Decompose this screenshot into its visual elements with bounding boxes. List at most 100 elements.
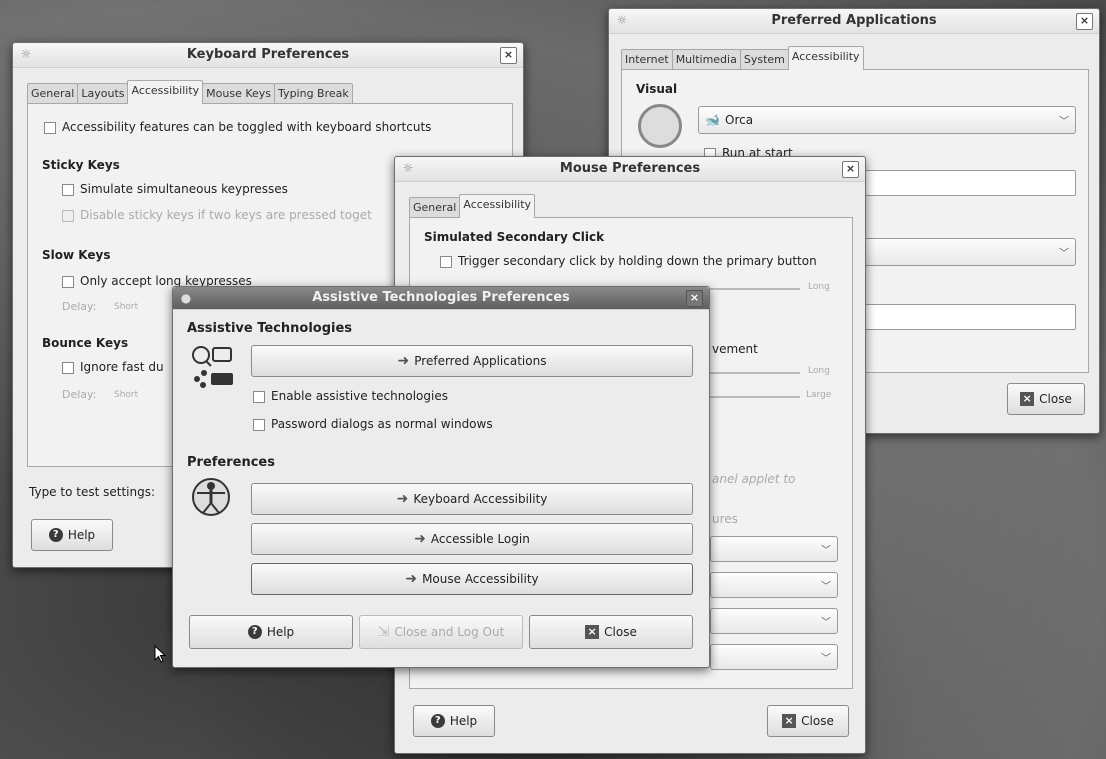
close-label: Close xyxy=(604,625,637,639)
tab-general[interactable]: General xyxy=(27,83,79,104)
password-dialogs-row[interactable]: Password dialogs as normal windows xyxy=(253,417,493,431)
features-fragment: ures xyxy=(712,512,738,526)
mobility-command-entry[interactable] xyxy=(858,304,1076,330)
close-button[interactable]: × Close xyxy=(767,705,849,737)
slow-only-checkbox[interactable] xyxy=(62,275,74,288)
help-label: Help xyxy=(67,528,96,542)
bounce-ignore-checkbox[interactable] xyxy=(62,361,74,374)
window-menu-icon[interactable]: ☼ xyxy=(19,47,33,61)
close-icon[interactable]: × xyxy=(500,47,517,64)
movement-fragment: vement xyxy=(712,342,758,356)
close-label: Close xyxy=(1039,392,1072,406)
toggle-row[interactable]: Accessibility features can be toggled wi… xyxy=(44,120,431,134)
sticky-disable-label: Disable sticky keys if two keys are pres… xyxy=(80,208,372,222)
tab-accessibility[interactable]: Accessibility xyxy=(127,80,204,104)
tab-mouse-keys[interactable]: Mouse Keys xyxy=(202,83,276,104)
gesture-combo-4[interactable]: ﹀ xyxy=(710,644,838,670)
gesture-combo-1[interactable]: ﹀ xyxy=(710,536,838,562)
assistive-technology-icon xyxy=(191,345,237,391)
mobility-app-combo[interactable]: ﹀ xyxy=(858,238,1076,266)
dwell-long-label: Long xyxy=(808,366,830,376)
tab-layouts[interactable]: Layouts xyxy=(77,83,129,104)
password-dialogs-label: Password dialogs as normal windows xyxy=(271,417,493,431)
help-button[interactable]: ? Help xyxy=(31,519,113,551)
enable-at-checkbox[interactable] xyxy=(253,390,265,403)
tab-system[interactable]: System xyxy=(739,49,789,70)
bounce-heading: Bounce Keys xyxy=(42,336,129,350)
type-to-test-label: Type to test settings: xyxy=(29,485,155,499)
tab-internet[interactable]: Internet xyxy=(621,49,673,70)
window-menu-icon[interactable]: ☼ xyxy=(401,161,415,175)
vitruvian-man-icon xyxy=(191,477,231,517)
mouse-accessibility-button[interactable]: ➜ Mouse Accessibility xyxy=(251,563,693,595)
visual-command-entry[interactable] xyxy=(858,170,1076,196)
large-label: Large xyxy=(806,390,832,400)
close-icon[interactable]: × xyxy=(686,290,703,307)
trigger-checkbox[interactable] xyxy=(440,255,452,268)
sticky-simulate-checkbox[interactable] xyxy=(62,183,74,196)
sticky-heading: Sticky Keys xyxy=(42,158,120,172)
close-button[interactable]: × Close xyxy=(1007,383,1085,415)
help-icon: ? xyxy=(430,714,445,728)
sticky-simulate-row[interactable]: Simulate simultaneous keypresses xyxy=(62,182,288,196)
window-title: Preferred Applications xyxy=(771,13,937,28)
visual-app-combo[interactable]: 🐋 Orca ﹀ xyxy=(698,106,1076,134)
window-title: Keyboard Preferences xyxy=(186,47,350,62)
tab-accessibility[interactable]: Accessibility xyxy=(459,194,536,218)
gesture-combo-2[interactable]: ﹀ xyxy=(710,572,838,598)
sticky-disable-checkbox xyxy=(62,209,74,222)
close-icon: × xyxy=(1020,392,1035,406)
launch-arrow-icon: ➜ xyxy=(405,571,418,587)
help-label: Help xyxy=(449,714,478,728)
close-icon[interactable]: × xyxy=(842,161,859,178)
launch-arrow-icon: ➜ xyxy=(414,531,426,547)
window-menu-icon[interactable]: ☼ xyxy=(615,13,629,27)
enable-at-label: Enable assistive technologies xyxy=(271,389,448,403)
trigger-row[interactable]: Trigger secondary click by holding down … xyxy=(440,254,817,268)
tab-multimedia[interactable]: Multimedia xyxy=(671,49,741,70)
sim-heading: Simulated Secondary Click xyxy=(424,230,605,244)
toggle-checkbox[interactable] xyxy=(44,121,56,134)
tab-general[interactable]: General xyxy=(409,197,461,218)
window-title: Mouse Preferences xyxy=(559,161,701,176)
close-icon[interactable]: × xyxy=(1076,13,1093,30)
enable-at-row[interactable]: Enable assistive technologies xyxy=(253,389,448,403)
sticky-simulate-label: Simulate simultaneous keypresses xyxy=(80,182,288,196)
tab-accessibility[interactable]: Accessibility xyxy=(787,46,864,70)
assistive-titlebar[interactable]: ● Assistive Technologies Preferences × xyxy=(173,287,709,310)
chevron-down-icon: ﹀ xyxy=(821,653,831,665)
close-button[interactable]: × Close xyxy=(529,615,693,649)
launch-arrow-icon: ➜ xyxy=(396,491,409,507)
mouse-tabs: General Accessibility xyxy=(409,194,536,218)
motion-threshold-slider xyxy=(710,396,800,398)
window-title: Assistive Technologies Preferences xyxy=(312,290,570,305)
visual-heading: Visual xyxy=(636,82,678,96)
mouse-titlebar[interactable]: ☼ Mouse Preferences × xyxy=(395,157,865,182)
tab-typing-break[interactable]: Typing Break xyxy=(274,83,353,104)
password-dialogs-checkbox[interactable] xyxy=(253,418,265,431)
launch-arrow-icon: ➜ xyxy=(397,353,410,369)
bounce-short-label: Short xyxy=(114,390,139,400)
preferred-tabs: Internet Multimedia System Accessibility xyxy=(621,46,864,70)
keyboard-accessibility-label: Keyboard Accessibility xyxy=(413,492,548,506)
window-menu-icon[interactable]: ● xyxy=(179,291,193,305)
chevron-down-icon: ﹀ xyxy=(1059,248,1069,260)
help-icon: ? xyxy=(247,625,262,639)
preferred-titlebar[interactable]: ☼ Preferred Applications × xyxy=(609,9,1099,34)
dwell-delay-slider xyxy=(710,372,800,374)
keyboard-titlebar[interactable]: ☼ Keyboard Preferences × xyxy=(13,43,523,68)
help-button[interactable]: ? Help xyxy=(413,705,495,737)
help-icon: ? xyxy=(48,528,63,542)
preferred-applications-button[interactable]: ➜ Preferred Applications xyxy=(251,345,693,377)
orca-icon: 🐋 xyxy=(705,113,720,127)
close-and-log-out-label: Close and Log Out xyxy=(394,625,505,639)
bounce-ignore-row[interactable]: Ignore fast du xyxy=(62,360,164,374)
logout-icon: ⇲ xyxy=(377,624,390,640)
chevron-down-icon: ﹀ xyxy=(1059,116,1069,128)
gesture-combo-3[interactable]: ﹀ xyxy=(710,608,838,634)
help-button[interactable]: ? Help xyxy=(189,615,353,649)
keyboard-accessibility-button[interactable]: ➜ Keyboard Accessibility xyxy=(251,483,693,515)
accessible-login-button[interactable]: ➜ Accessible Login xyxy=(251,523,693,555)
chevron-down-icon: ﹀ xyxy=(821,581,831,593)
chevron-down-icon: ﹀ xyxy=(821,617,831,629)
